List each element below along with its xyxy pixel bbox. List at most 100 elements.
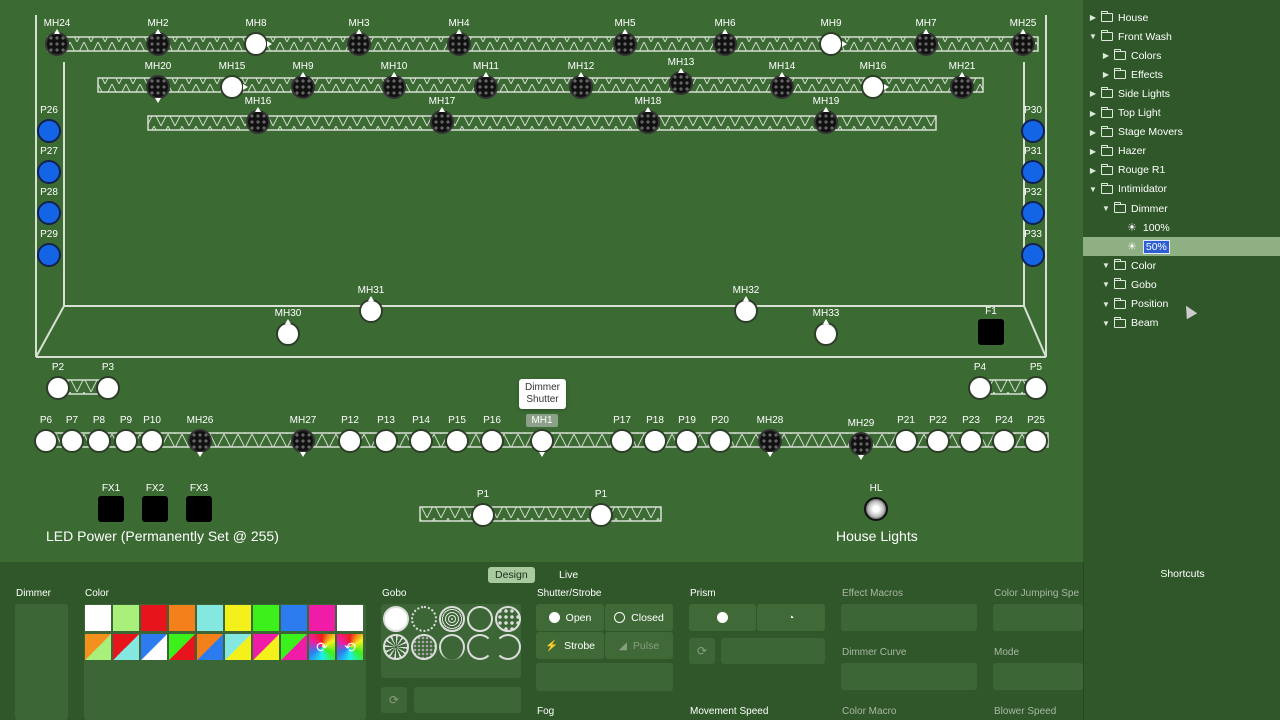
fixture-label: MH17 [428, 96, 456, 107]
prism-icon: ◔ [787, 611, 795, 624]
disclosure-down-icon[interactable]: ▼ [1100, 300, 1112, 309]
prism-on-button[interactable]: ◔ [757, 604, 825, 631]
disclosure-down-icon[interactable]: ▼ [1100, 261, 1112, 270]
direction-arrow-icon [779, 72, 785, 77]
color-macro-title: Color Macro [842, 706, 897, 717]
shutter-section-title: Shutter/Strobe [537, 588, 602, 599]
strobe-rate-field[interactable] [536, 663, 673, 691]
tree-item-rouge-r1[interactable]: ▶ Rouge R1 [1083, 161, 1280, 180]
tree-item-gobo[interactable]: ▼ Gobo [1083, 275, 1280, 294]
fixture-label: MH3 [348, 18, 370, 29]
color-palette: ⟳ ⟲ [84, 604, 366, 720]
gobo-dots-icon[interactable] [411, 606, 437, 632]
fixture-lamp-icon [819, 32, 843, 56]
mode-field[interactable] [993, 663, 1083, 690]
fixture-label: MH18 [634, 96, 662, 107]
tree-item-stage-movers[interactable]: ▶ Stage Movers [1083, 123, 1280, 142]
tree-item-colors[interactable]: ▶ Colors [1083, 46, 1280, 65]
shutter-open-button[interactable]: Open [536, 604, 604, 631]
disclosure-down-icon[interactable]: ▼ [1087, 32, 1099, 41]
tree-item-label: Effects [1131, 68, 1163, 81]
split-color-swatch[interactable] [169, 634, 195, 660]
prism-speed-field[interactable] [721, 638, 825, 664]
gobo-circles-icon[interactable] [467, 606, 493, 632]
disclosure-right-icon[interactable]: ▶ [1087, 166, 1099, 175]
dimmer-curve-field[interactable] [841, 663, 977, 690]
tab-design[interactable]: Design [488, 567, 535, 583]
disclosure-right-icon[interactable]: ▶ [1087, 147, 1099, 156]
disclosure-down-icon[interactable]: ▼ [1100, 319, 1112, 328]
tree-item-50-[interactable]: ☀ 50% [1083, 237, 1280, 257]
shutter-pulse-button[interactable]: ◢ Pulse [605, 632, 673, 659]
shutter-closed-button[interactable]: Closed [605, 604, 673, 631]
dimmer-slider[interactable] [15, 604, 68, 720]
disclosure-right-icon[interactable]: ▶ [1087, 128, 1099, 137]
gobo-flower-icon[interactable] [383, 634, 409, 660]
color-swatch[interactable] [309, 605, 335, 631]
color-swatch[interactable] [281, 605, 307, 631]
split-color-swatch[interactable] [85, 634, 111, 660]
tree-item-house[interactable]: ▶ House [1083, 8, 1280, 27]
gobo-rotate-icon[interactable]: ⟳ [381, 687, 407, 713]
prism-rotate-icon[interactable]: ⟳ [689, 638, 715, 664]
disclosure-right-icon[interactable]: ▶ [1087, 109, 1099, 118]
tree-item-dimmer[interactable]: ▼ Dimmer [1083, 199, 1280, 218]
color-swatch[interactable] [253, 605, 279, 631]
color-wheel-cw-icon[interactable]: ⟲ [337, 634, 363, 660]
split-color-swatch[interactable] [197, 634, 223, 660]
split-color-swatch[interactable] [253, 634, 279, 660]
tree-item-effects[interactable]: ▶ Effects [1083, 65, 1280, 84]
tree-item-hazer[interactable]: ▶ Hazer [1083, 142, 1280, 161]
tree-item-100-[interactable]: ☀ 100% [1083, 218, 1280, 237]
tree-item-front-wash[interactable]: ▼ Front Wash [1083, 27, 1280, 46]
color-swatch[interactable] [337, 605, 363, 631]
color-wheel-ccw-icon[interactable]: ⟳ [309, 634, 335, 660]
color-swatch[interactable] [113, 605, 139, 631]
split-color-swatch[interactable] [281, 634, 307, 660]
gobo-grid-icon[interactable] [495, 606, 521, 632]
ramp-icon: ◢ [618, 639, 627, 652]
tree-item-side-lights[interactable]: ▶ Side Lights [1083, 84, 1280, 103]
split-color-swatch[interactable] [141, 634, 167, 660]
disclosure-right-icon[interactable]: ▶ [1100, 51, 1112, 60]
disclosure-right-icon[interactable]: ▶ [1087, 89, 1099, 98]
fixture-lamp-icon [37, 160, 61, 184]
tree-item-beam[interactable]: ▼ Beam [1083, 314, 1280, 333]
prism-off-button[interactable] [689, 604, 756, 631]
split-color-swatch[interactable] [113, 634, 139, 660]
effect-macros-field[interactable] [841, 604, 977, 631]
disclosure-right-icon[interactable]: ▶ [1100, 70, 1112, 79]
gobo-open-icon[interactable] [383, 606, 409, 632]
gobo-rings-icon[interactable] [439, 606, 465, 632]
color-swatch[interactable] [169, 605, 195, 631]
color-swatch[interactable] [85, 605, 111, 631]
tree-item-color[interactable]: ▼ Color [1083, 256, 1280, 275]
color-jumping-field[interactable] [993, 604, 1083, 631]
tree-item-label: Intimidator [1118, 183, 1168, 196]
color-swatch[interactable] [225, 605, 251, 631]
tree-item-top-light[interactable]: ▶ Top Light [1083, 104, 1280, 123]
gobo-rotate-cw-icon[interactable] [495, 634, 521, 660]
color-swatch[interactable] [197, 605, 223, 631]
preset-brightness-icon: ☀ [1127, 241, 1137, 254]
color-swatch[interactable] [141, 605, 167, 631]
disclosure-down-icon[interactable]: ▼ [1087, 185, 1099, 194]
disclosure-down-icon[interactable]: ▼ [1100, 280, 1112, 289]
gobo-rotate-ccw-icon[interactable] [467, 634, 493, 660]
fixture-label: MH13 [667, 57, 695, 68]
gobo-speed-field[interactable] [414, 687, 521, 713]
tab-live[interactable]: Live [552, 567, 585, 583]
gobo-speckle-icon[interactable] [411, 634, 437, 660]
tree-item-label: Dimmer [1131, 202, 1168, 215]
fixture-lamp-icon [926, 429, 950, 453]
filled-circle-icon [548, 612, 560, 623]
split-color-swatch[interactable] [225, 634, 251, 660]
disclosure-down-icon[interactable]: ▼ [1100, 204, 1112, 213]
fixture-label: MH2 [147, 18, 169, 29]
tree-item-intimidator[interactable]: ▼ Intimidator [1083, 180, 1280, 199]
shutter-strobe-button[interactable]: ⚡ Strobe [536, 632, 604, 659]
fixture-label: P1 [476, 489, 490, 500]
gobo-spiral-icon[interactable] [439, 634, 465, 660]
fixture-label: P30 [1024, 105, 1042, 116]
disclosure-right-icon[interactable]: ▶ [1087, 13, 1099, 22]
